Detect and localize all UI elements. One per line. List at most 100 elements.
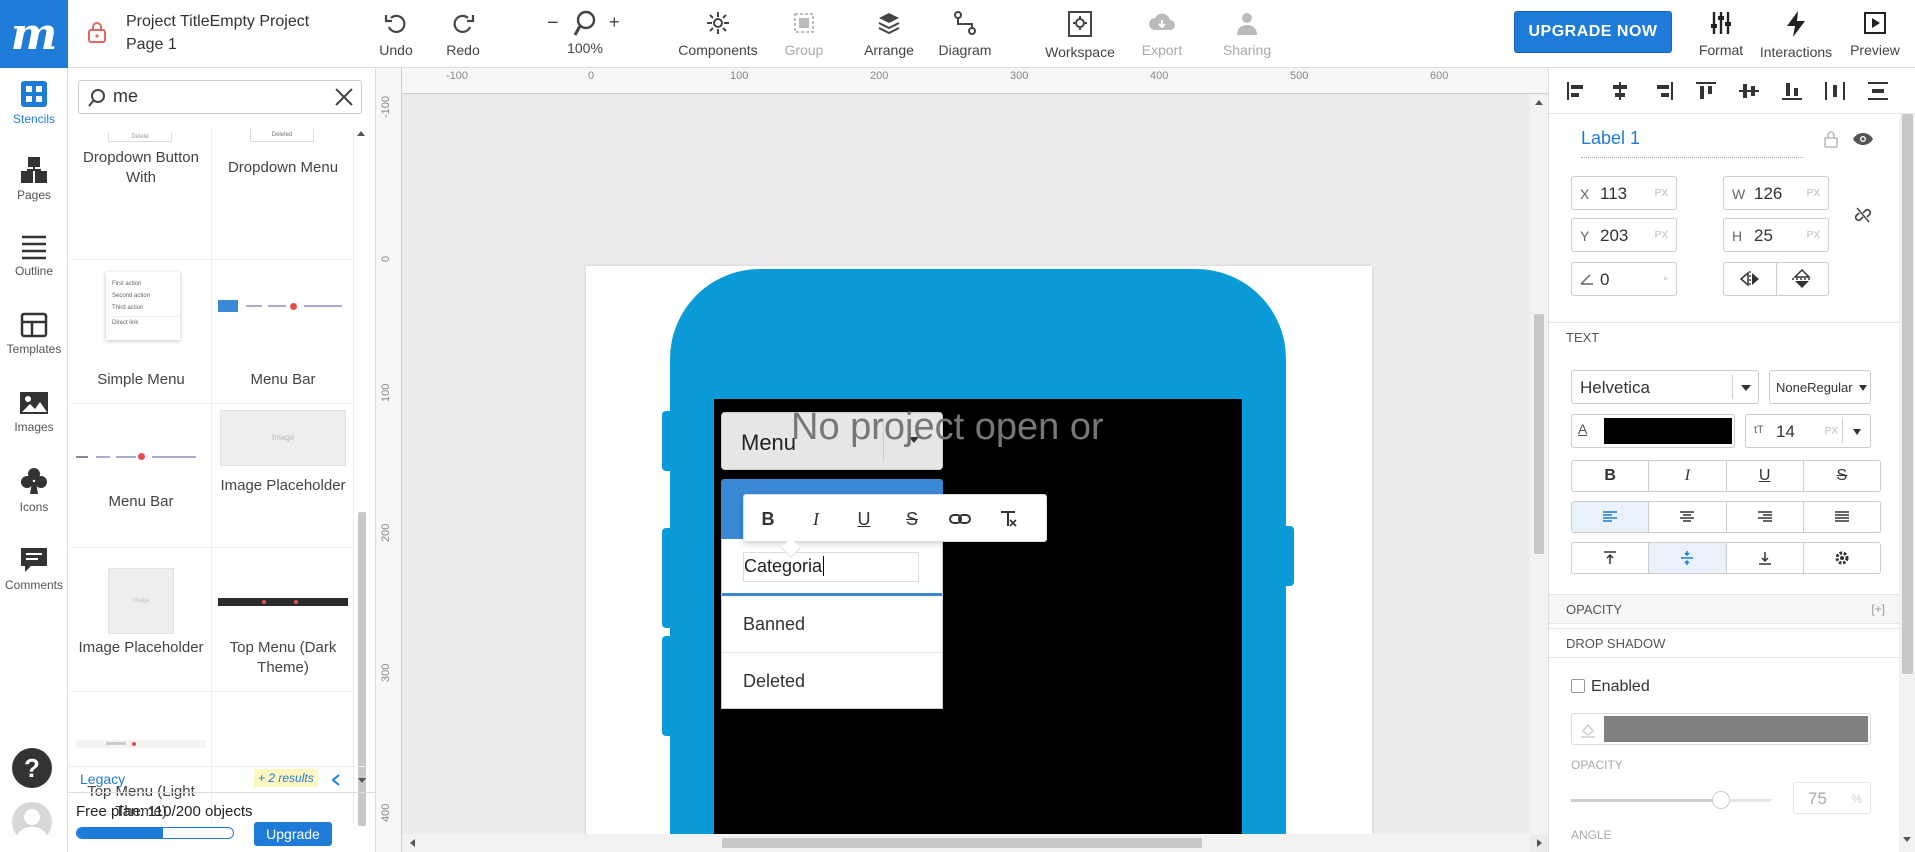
align-bottom-icon[interactable] [1781, 81, 1803, 101]
dropdown-item[interactable]: Deleted [722, 653, 942, 710]
angle-field[interactable]: 0 ° [1571, 262, 1677, 296]
legacy-label[interactable]: Legacy [80, 771, 125, 787]
scroll-up-icon[interactable] [1534, 98, 1544, 106]
export-button[interactable]: Export [1140, 10, 1184, 58]
nav-outline[interactable]: Outline [0, 234, 68, 278]
stencil-search[interactable] [78, 80, 362, 114]
shadow-opacity-field[interactable]: 75 % [1793, 782, 1871, 814]
canvas-horizontal-scrollbar[interactable] [402, 834, 1542, 852]
stencil-simple-menu[interactable]: First action Second action Third action … [70, 260, 212, 404]
visibility-eye-icon[interactable] [1852, 132, 1874, 146]
dropdown-list[interactable]: Categoria Banned Deleted [721, 539, 943, 709]
underline-button[interactable]: U [850, 505, 878, 533]
zoom-in-button[interactable]: + [609, 12, 620, 33]
scroll-down-icon[interactable] [356, 777, 368, 785]
italic-button[interactable]: I [802, 505, 830, 533]
properties-scrollbar[interactable] [1899, 114, 1915, 852]
inline-text-editor[interactable]: Categoria [743, 552, 919, 582]
nav-pages[interactable]: Pages [0, 156, 68, 202]
upgrade-button[interactable]: Upgrade [254, 822, 332, 846]
stencil-image-placeholder-2[interactable]: Image Image Placeholder [70, 548, 212, 692]
add-opacity-button[interactable]: [+] [1871, 602, 1885, 616]
dropdown-item-editing[interactable]: Categoria [722, 539, 942, 596]
scroll-down-icon[interactable] [1902, 836, 1912, 844]
canvas-vertical-scrollbar[interactable] [1530, 94, 1548, 834]
shadow-opacity-slider-track[interactable] [1571, 791, 1771, 809]
preview-button[interactable]: Preview [1850, 10, 1900, 58]
text-align-center-button[interactable] [1649, 502, 1727, 532]
text-settings-button[interactable] [1804, 543, 1880, 573]
valign-middle-button[interactable] [1649, 543, 1727, 573]
text-color-picker[interactable]: A [1571, 414, 1735, 448]
zoom-level[interactable]: 100% [567, 40, 603, 56]
canvas-h-scroll-thumb[interactable] [722, 838, 1202, 848]
chevron-left-icon[interactable] [330, 773, 342, 787]
bold-toggle[interactable]: B [1572, 461, 1650, 491]
nav-images[interactable]: Images [0, 390, 68, 434]
lock-icon[interactable] [86, 20, 110, 44]
text-align-left-button[interactable] [1572, 502, 1650, 532]
scroll-right-icon[interactable] [1536, 838, 1544, 848]
format-button[interactable]: Format [1697, 10, 1745, 58]
project-title-block[interactable]: Project TitleEmpty Project Page 1 [126, 10, 309, 56]
moqups-logo[interactable]: m [0, 0, 68, 68]
bold-button[interactable]: B [754, 505, 782, 533]
align-middle-icon[interactable] [1738, 81, 1760, 101]
shadow-color-picker[interactable] [1571, 713, 1871, 745]
stencil-scrollbar[interactable] [354, 128, 368, 828]
shadow-opacity-slider-handle[interactable] [1712, 791, 1730, 809]
help-button[interactable]: ? [12, 748, 52, 788]
nav-stencils[interactable]: Stencils [0, 80, 68, 126]
link-button[interactable] [946, 505, 974, 533]
shadow-color-swatch[interactable] [1604, 716, 1868, 742]
distribute-vertical-icon[interactable] [1867, 81, 1889, 101]
flip-horizontal-button[interactable] [1724, 263, 1777, 295]
canvas[interactable]: -100 0 100 200 300 400 500 600 -100 0 10… [376, 68, 1548, 852]
workspace-button[interactable]: Workspace [1044, 10, 1116, 60]
w-field[interactable]: W 126 PX [1723, 176, 1829, 210]
search-input[interactable] [113, 86, 313, 107]
stencil-image-placeholder[interactable]: Image Image Placeholder [212, 404, 354, 548]
y-field[interactable]: Y 203 PX [1571, 218, 1677, 252]
stencil-dropdown-button[interactable]: Delete Dropdown Button With [70, 128, 212, 260]
text-color-swatch[interactable] [1604, 418, 1732, 444]
strikethrough-button[interactable]: S [898, 505, 926, 533]
lock-element-icon[interactable] [1823, 130, 1839, 148]
strikethrough-toggle[interactable]: S [1804, 461, 1880, 491]
unlink-proportions-icon[interactable] [1853, 204, 1873, 226]
element-name[interactable]: Label 1 [1581, 128, 1803, 158]
flip-vertical-button[interactable] [1777, 263, 1829, 295]
group-button[interactable]: Group [780, 10, 828, 58]
properties-scroll-thumb[interactable] [1902, 114, 1913, 674]
font-size-field[interactable]: tT 14 PX [1745, 414, 1871, 448]
text-align-right-button[interactable] [1727, 502, 1804, 532]
align-center-icon[interactable] [1609, 81, 1631, 101]
font-style-select[interactable]: NoneRegular [1769, 370, 1871, 404]
valign-bottom-button[interactable] [1727, 543, 1804, 573]
x-field[interactable]: X 113 PX [1571, 176, 1677, 210]
font-family-select[interactable]: Helvetica [1571, 370, 1759, 404]
page-name[interactable]: Page 1 [126, 33, 309, 56]
nav-templates[interactable]: Templates [0, 312, 68, 356]
stencil-menu-bar-2[interactable]: Menu Bar [70, 404, 212, 548]
valign-top-button[interactable] [1572, 543, 1650, 573]
italic-toggle[interactable]: I [1649, 461, 1727, 491]
align-top-icon[interactable] [1695, 81, 1717, 101]
stencil-top-menu-dark[interactable]: Top Menu (Dark Theme) [212, 548, 354, 692]
align-right-icon[interactable] [1652, 81, 1674, 101]
shadow-enabled-row[interactable]: Enabled [1571, 678, 1650, 696]
sharing-button[interactable]: Sharing [1221, 10, 1273, 58]
clear-search-icon[interactable] [333, 86, 355, 108]
opacity-section-header[interactable]: OPACITY [+] [1549, 594, 1901, 624]
diagram-button[interactable]: Diagram [936, 10, 994, 58]
nav-comments[interactable]: Comments [0, 546, 68, 592]
upgrade-now-button[interactable]: UPGRADE NOW [1514, 11, 1672, 53]
components-button[interactable]: Components [676, 10, 760, 58]
redo-button[interactable]: Redo [443, 10, 483, 58]
undo-button[interactable]: Undo [376, 10, 416, 58]
text-justify-button[interactable] [1804, 502, 1880, 532]
avatar[interactable] [12, 802, 52, 842]
more-results-badge[interactable]: + 2 results [254, 769, 318, 787]
stencil-dropdown-menu[interactable]: Deleted Dropdown Menu [212, 128, 354, 260]
interactions-button[interactable]: Interactions [1758, 10, 1834, 60]
